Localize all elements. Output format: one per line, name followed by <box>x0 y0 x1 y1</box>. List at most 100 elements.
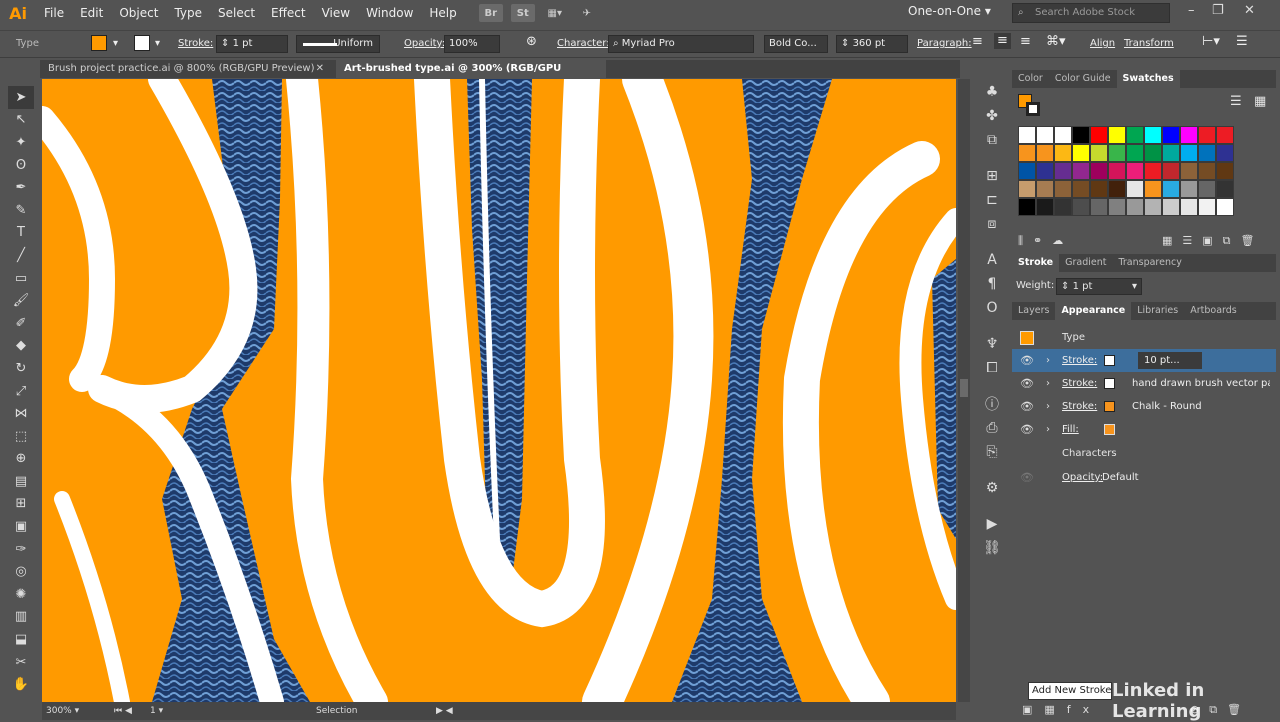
swatch-cell[interactable] <box>1108 144 1126 162</box>
swatch-cell[interactable] <box>1198 162 1216 180</box>
blend-tool-icon[interactable]: ◎ <box>8 560 34 583</box>
vertical-scrollbar[interactable] <box>958 79 970 702</box>
paragraph-label[interactable]: Paragraph: <box>917 37 972 51</box>
tab-stroke[interactable]: Stroke <box>1012 254 1060 272</box>
perspective-grid-tool-icon[interactable]: ▤ <box>8 470 34 493</box>
swatch-cell[interactable] <box>1108 198 1126 216</box>
image-trace-icon[interactable]: ⧠ <box>978 356 1006 380</box>
swatch-cell[interactable] <box>1090 144 1108 162</box>
swatch-cell[interactable] <box>1072 180 1090 198</box>
swatch-cell[interactable] <box>1180 126 1198 144</box>
rotate-tool-icon[interactable]: ↻ <box>8 357 34 380</box>
swatch-cell[interactable] <box>1036 126 1054 144</box>
transform-panel-link[interactable]: Transform <box>1124 37 1174 51</box>
artboard-number[interactable]: 1 ▾ <box>150 703 163 719</box>
stroke-weight-dropdown[interactable]: 10 pt... <box>1138 352 1202 369</box>
swatch-cell[interactable] <box>1072 144 1090 162</box>
tab-art-brushed-type[interactable]: Art-brushed type.ai @ 300% (RGB/GPU Prev… <box>336 60 606 92</box>
visibility-eye-icon[interactable]: 👁 <box>1020 418 1034 441</box>
swatch-cell[interactable] <box>1072 162 1090 180</box>
swatch-cell[interactable] <box>1090 126 1108 144</box>
appearance-row-characters[interactable]: Characters <box>1012 442 1276 465</box>
links-icon[interactable]: ⎙ <box>978 416 1006 440</box>
swatch-cell[interactable] <box>1216 162 1234 180</box>
free-transform-tool-icon[interactable]: ⬚ <box>8 425 34 448</box>
tab-brush-project[interactable]: Brush project practice.ai @ 800% (RGB/GP… <box>40 60 330 78</box>
font-family-dropdown[interactable]: ⌕ Myriad Pro <box>608 35 754 53</box>
visibility-eye-icon[interactable]: 👁 <box>1020 466 1034 489</box>
hand-tool-icon[interactable]: ✋ <box>8 673 34 696</box>
curvature-tool-icon[interactable]: ✎ <box>8 199 34 222</box>
swatch-cell[interactable] <box>1108 180 1126 198</box>
artboard-nav-first-icon[interactable]: ⏮ ◀ <box>114 703 132 719</box>
swatch-cell[interactable] <box>1126 198 1144 216</box>
visibility-eye-icon[interactable]: 👁 <box>1020 395 1034 418</box>
minimize-icon[interactable]: – <box>1188 3 1195 18</box>
align-panel-icon[interactable]: ⊏ <box>978 188 1006 212</box>
menu-edit[interactable]: Edit <box>72 0 111 26</box>
font-style-dropdown[interactable]: Bold Co... <box>764 35 828 53</box>
magic-wand-tool-icon[interactable]: ✦ <box>8 131 34 154</box>
swatch-cell[interactable] <box>1162 162 1180 180</box>
opentype-panel-icon[interactable]: O <box>978 296 1006 320</box>
chevron-right-icon[interactable]: › <box>1046 349 1050 372</box>
swatch-cell[interactable] <box>1162 198 1180 216</box>
tab-layers[interactable]: Layers <box>1012 302 1055 320</box>
fill-swatch[interactable] <box>91 35 107 51</box>
eraser-tool-icon[interactable]: ◆ <box>8 335 34 358</box>
swatch-cell[interactable] <box>1198 180 1216 198</box>
swatch-cell[interactable] <box>1054 180 1072 198</box>
tab-libraries[interactable]: Libraries <box>1131 302 1184 320</box>
variable-width-profile[interactable]: Uniform <box>296 35 380 53</box>
zoom-level[interactable]: 300% ▾ <box>46 703 79 719</box>
swatch-cell[interactable] <box>1018 198 1036 216</box>
pathfinder-icon[interactable]: ⧈ <box>978 212 1006 236</box>
swatch-cell[interactable] <box>1144 198 1162 216</box>
menu-window[interactable]: Window <box>358 0 421 26</box>
stroke-color-swatch[interactable] <box>1104 401 1115 412</box>
brushes-icon[interactable]: ✤ <box>978 104 1006 128</box>
scale-tool-icon[interactable]: ⤢ <box>8 380 34 403</box>
actions-play-icon[interactable]: ▶ <box>978 512 1006 536</box>
swatch-cell[interactable] <box>1126 180 1144 198</box>
swatch-cell[interactable] <box>1198 144 1216 162</box>
adobe-stock-search-input[interactable]: ⌕ Search Adobe Stock <box>1012 3 1170 23</box>
swatch-cell[interactable] <box>1198 198 1216 216</box>
menu-object[interactable]: Object <box>111 0 166 26</box>
artboard-canvas[interactable] <box>42 79 956 702</box>
stroke-color-swatch[interactable] <box>1104 355 1115 366</box>
appearance-row-stroke-2[interactable]: 👁 › Stroke: hand drawn brush vector pack… <box>1012 372 1276 395</box>
swatch-cell[interactable] <box>1054 126 1072 144</box>
character-panel-icon[interactable]: A <box>978 248 1006 272</box>
pen-tool-icon[interactable]: ✒ <box>8 176 34 199</box>
swatch-cell[interactable] <box>1018 162 1036 180</box>
swatch-cell[interactable] <box>1198 126 1216 144</box>
fill-color-swatch[interactable] <box>1104 424 1115 435</box>
appearance-row-fill[interactable]: 👁 › Fill: <box>1012 418 1276 441</box>
align-left-icon[interactable]: ≡ <box>972 35 983 49</box>
swatch-cell[interactable] <box>1216 180 1234 198</box>
swatch-cell[interactable] <box>1036 180 1054 198</box>
menu-select[interactable]: Select <box>210 0 263 26</box>
tab-transparency[interactable]: Transparency <box>1112 254 1187 272</box>
align-panel-link[interactable]: Align <box>1090 37 1115 51</box>
mesh-tool-icon[interactable]: ⊞ <box>8 493 34 516</box>
stroke-swatch[interactable] <box>134 35 150 51</box>
chevron-down-icon[interactable]: ▾ <box>155 37 160 51</box>
swatch-cell[interactable] <box>1072 126 1090 144</box>
swatch-cell[interactable] <box>1216 144 1234 162</box>
swatch-cell[interactable] <box>1162 126 1180 144</box>
direct-selection-tool-icon[interactable]: ↖ <box>8 109 34 132</box>
lasso-tool-icon[interactable]: ʘ <box>8 154 34 177</box>
eyedropper-tool-icon[interactable]: ✑ <box>8 538 34 561</box>
swatch-cell[interactable] <box>1090 198 1108 216</box>
stroke-weight-field[interactable]: ⇕ 1 pt <box>216 35 288 53</box>
swatch-cell[interactable] <box>1126 144 1144 162</box>
swatch-cell[interactable] <box>1036 162 1054 180</box>
horizontal-scrollbar[interactable] <box>42 702 956 720</box>
font-size-field[interactable]: ⇕ 360 pt <box>836 35 908 53</box>
stroke-label[interactable]: Stroke: <box>178 37 213 51</box>
line-tool-icon[interactable]: ╱ <box>8 244 34 267</box>
envelope-warp-icon[interactable]: ⌘▾ <box>1046 35 1066 49</box>
swatch-cell[interactable] <box>1144 180 1162 198</box>
